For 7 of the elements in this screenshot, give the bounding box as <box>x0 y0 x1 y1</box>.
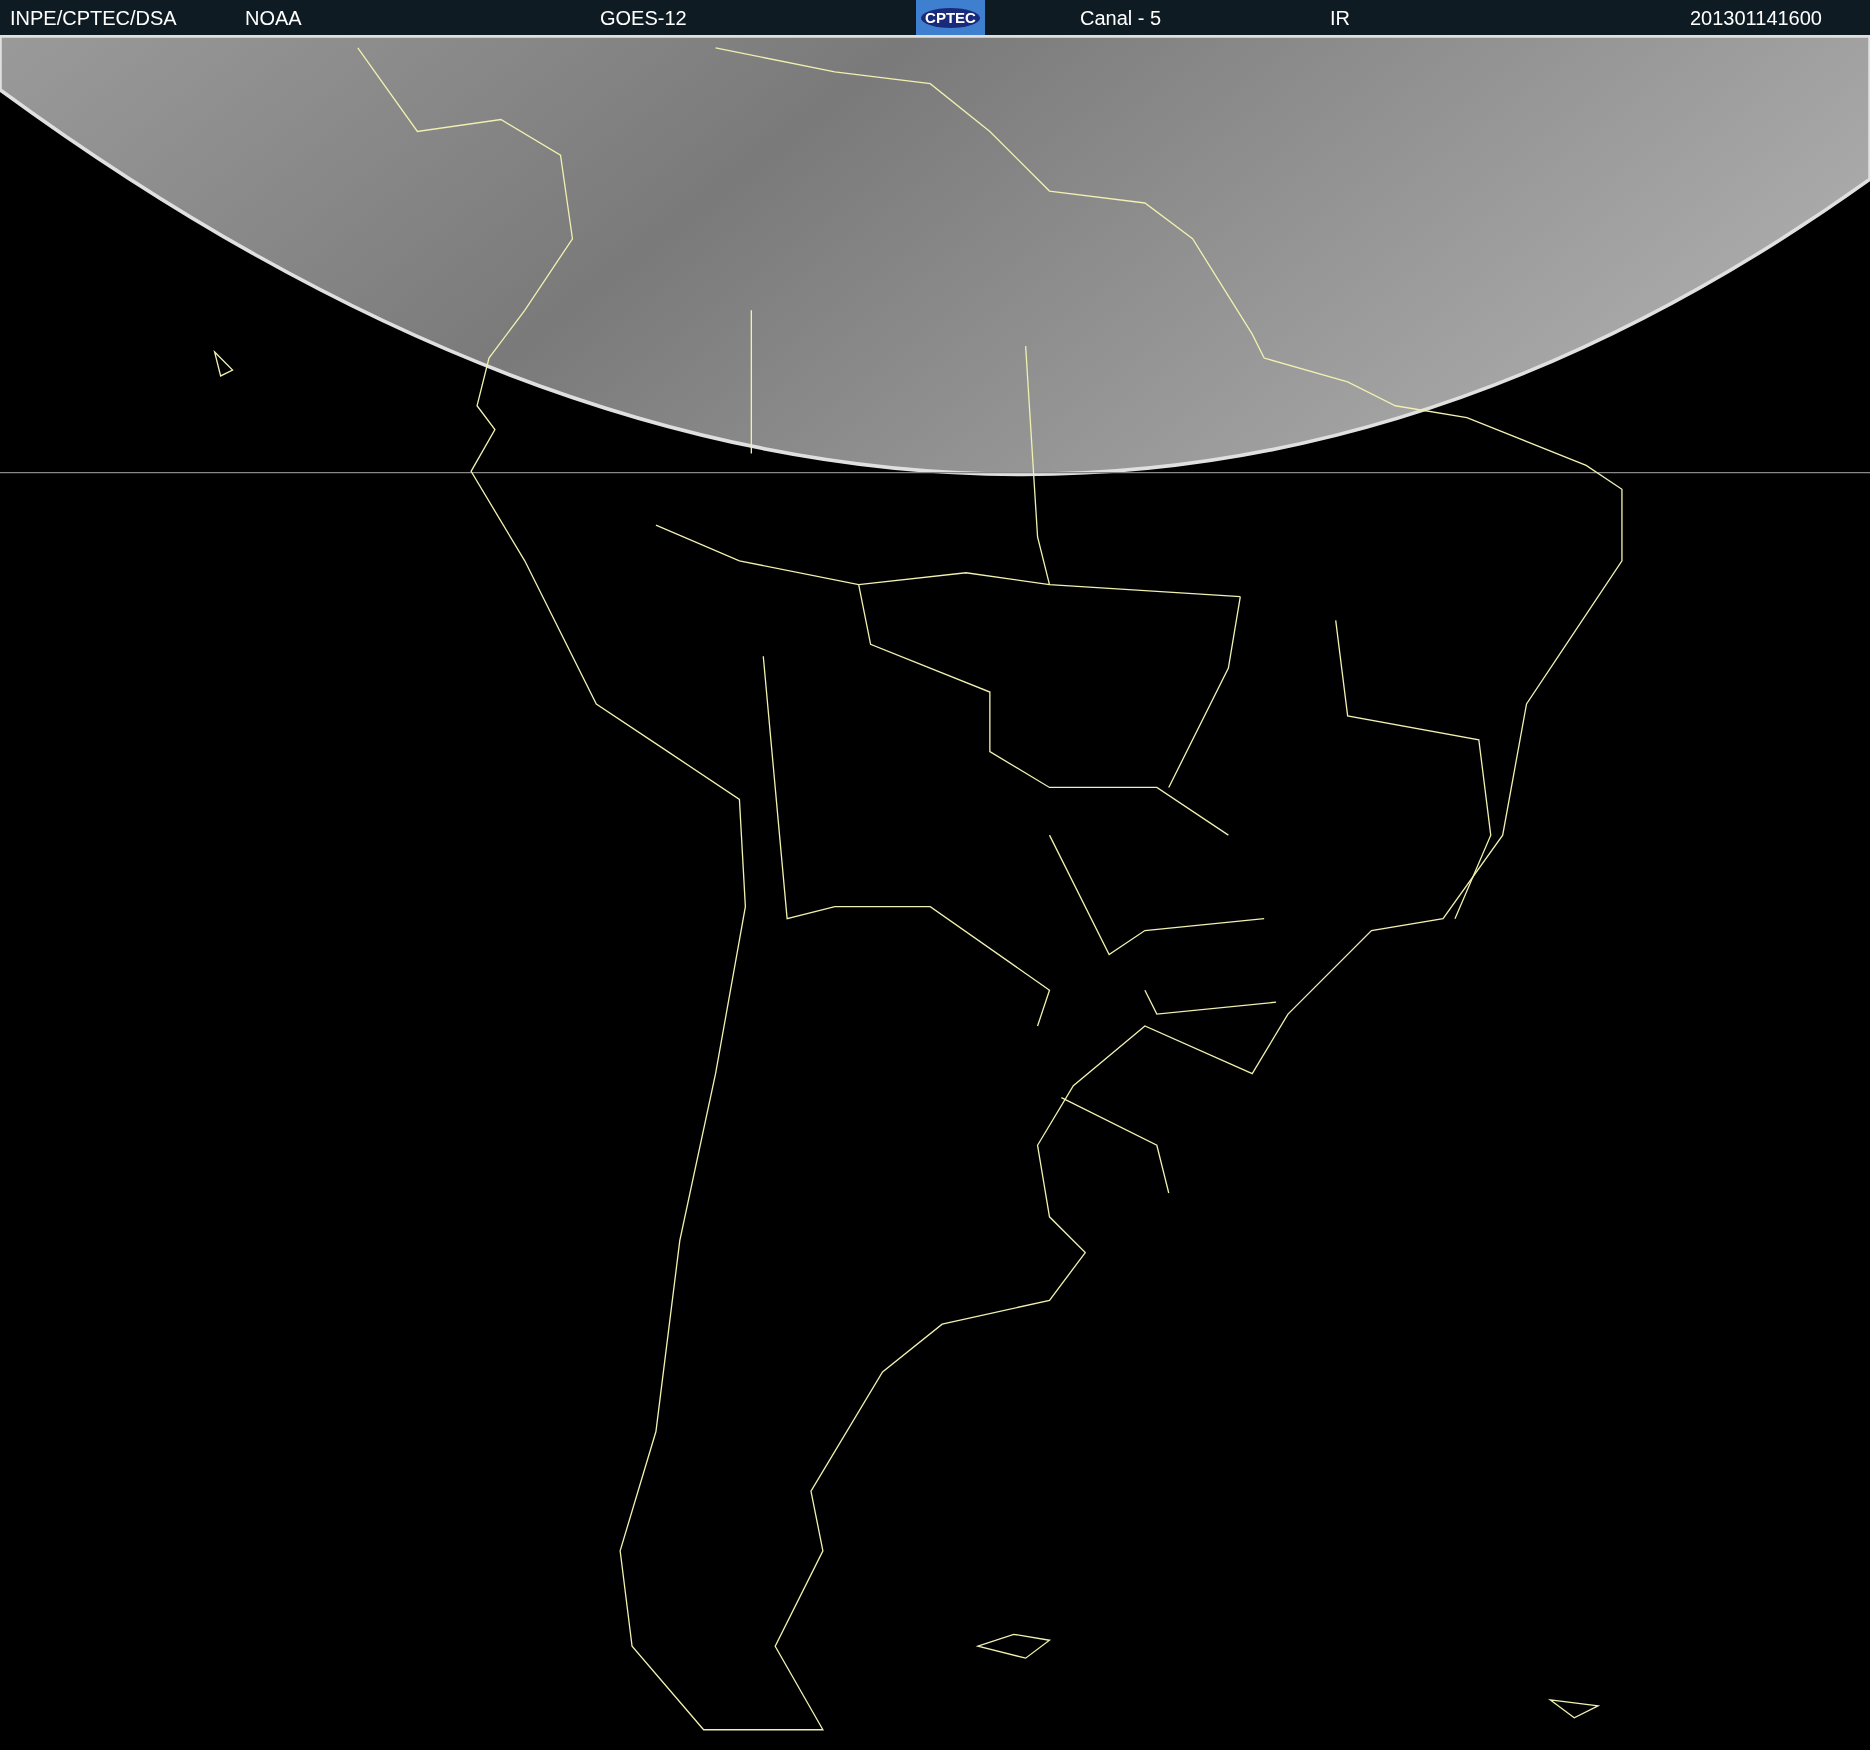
header-label: GOES-12 <box>600 6 687 31</box>
logo: CPTEC <box>916 0 985 35</box>
header-label: 201301141600 <box>1690 6 1822 31</box>
header-label: NOAA <box>245 6 302 31</box>
header-label: INPE/CPTEC/DSA <box>10 6 177 31</box>
header-label: Canal - 5 <box>1080 6 1162 31</box>
header-label: IR <box>1330 6 1350 31</box>
